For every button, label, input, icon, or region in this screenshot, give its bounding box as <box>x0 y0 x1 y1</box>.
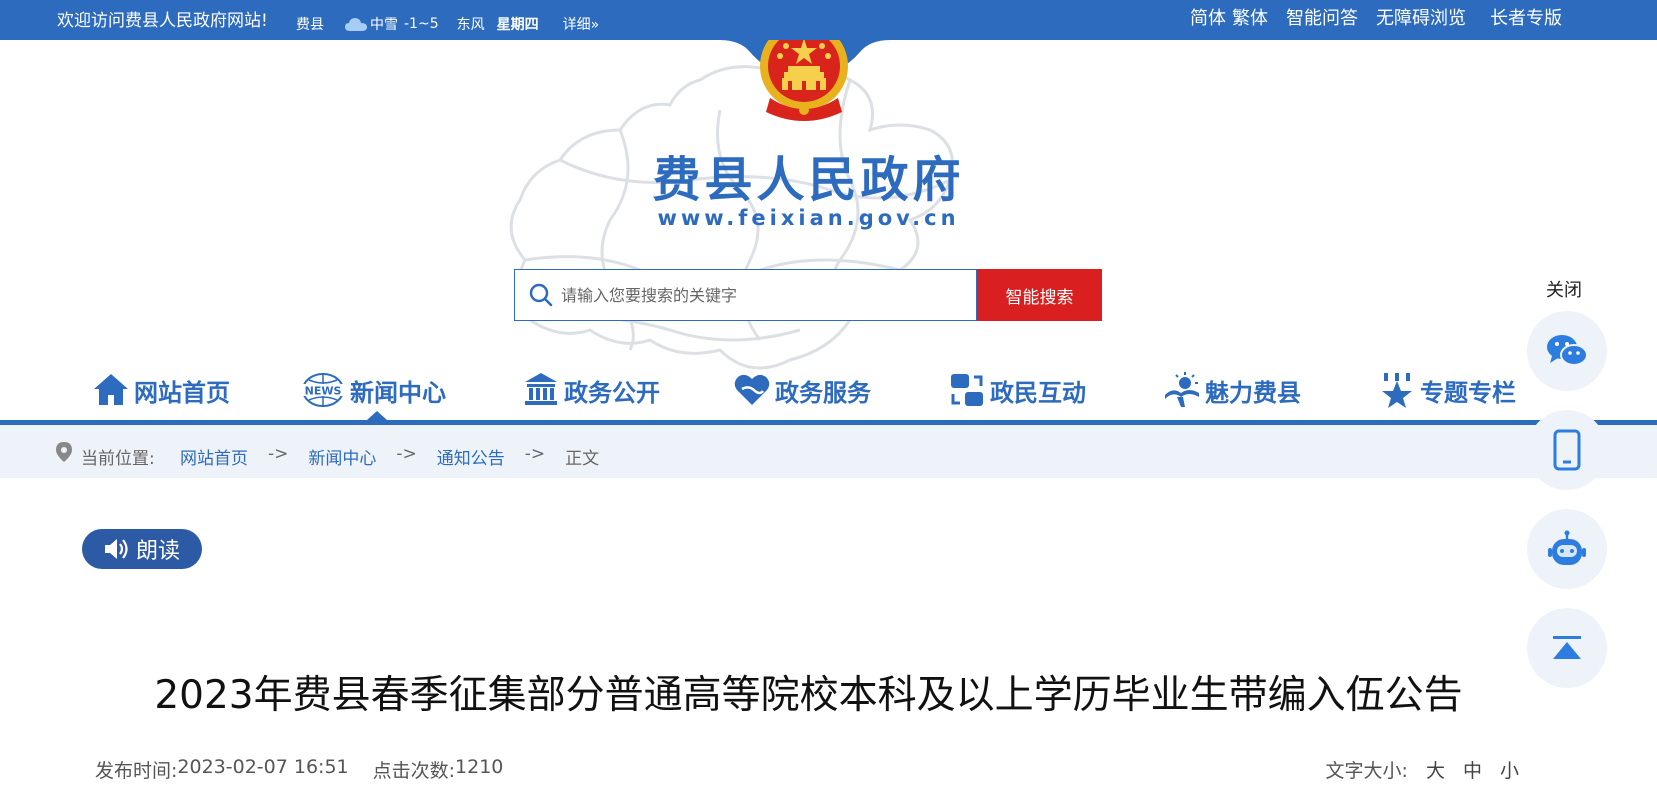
nav-item-gov-service[interactable]: 政务服务 <box>733 365 871 415</box>
mobile-button[interactable] <box>1527 410 1607 490</box>
heart-hands-icon <box>734 374 770 405</box>
star-icon <box>1382 373 1412 408</box>
font-size-label: 文字大小: <box>1325 760 1408 782</box>
welcome-text: 欢迎访问费县人民政府网站! <box>57 11 268 31</box>
font-size-large[interactable]: 大 <box>1426 756 1445 783</box>
click-count-label: 点击次数: <box>372 760 456 782</box>
back-to-top-icon <box>1553 636 1581 659</box>
wechat-icon <box>1547 335 1588 366</box>
accessibility-link[interactable]: 无障碍浏览 <box>1376 4 1466 30</box>
font-size-switcher: 文字大小: 大 中 小 <box>1326 756 1519 783</box>
main-nav: 网站首页 NEWS 新闻中心 政务公开 政务服务 政民互动 魅力费县 专题专栏 <box>0 365 1657 421</box>
font-size-small[interactable]: 小 <box>1500 756 1519 783</box>
location-pin-icon <box>56 442 72 462</box>
breadcrumb-prefix: 当前位置: <box>81 449 155 469</box>
nav-label: 网站首页 <box>134 378 230 407</box>
nav-item-news[interactable]: NEWS 新闻中心 <box>300 365 446 415</box>
weather-widget: 费县 中雪 -1~5 东风 星期四 详细» <box>296 14 605 34</box>
wechat-button[interactable] <box>1527 311 1607 391</box>
breadcrumb-home[interactable]: 网站首页 <box>180 444 248 469</box>
news-icon: NEWS <box>300 373 346 407</box>
mobile-icon <box>1553 429 1581 471</box>
weather-weekday: 星期四 <box>496 17 539 33</box>
scenery-icon <box>1165 372 1199 407</box>
back-to-top-button[interactable] <box>1527 608 1607 688</box>
click-count: 1210 <box>455 756 504 778</box>
breadcrumb-news-center[interactable]: 新闻中心 <box>308 444 376 469</box>
font-size-medium[interactable]: 中 <box>1463 756 1482 783</box>
read-aloud-label: 朗读 <box>135 539 180 564</box>
traditional-chinese-link[interactable]: 繁体 <box>1232 4 1268 30</box>
nav-label: 新闻中心 <box>350 378 446 407</box>
top-bar: 欢迎访问费县人民政府网站! 费县 中雪 -1~5 东风 星期四 详细» 简体 繁… <box>0 0 1657 40</box>
nav-item-charm[interactable]: 魅力费县 <box>1163 365 1301 415</box>
site-url: www.feixian.gov.cn <box>657 206 960 230</box>
breadcrumb-notices[interactable]: 通知公告 <box>437 444 505 469</box>
active-nav-indicator <box>367 411 387 420</box>
search-icon <box>529 283 553 307</box>
site-title: 费县人民政府 <box>652 152 965 208</box>
float-bar-close[interactable]: 关闭 <box>1546 276 1582 302</box>
weather-city: 费县 <box>296 17 324 33</box>
article-meta: 发布时间: 2023-02-07 16:51 点击次数: 1210 <box>95 756 503 783</box>
read-aloud-button[interactable]: 朗读 <box>82 529 202 569</box>
home-icon <box>94 374 128 405</box>
smart-search-button[interactable]: 智能搜索 <box>977 269 1102 321</box>
nav-label: 魅力费县 <box>1205 378 1301 407</box>
article-title: 2023年费县春季征集部分普通高等院校本科及以上学历毕业生带编入伍公告 <box>154 673 1463 718</box>
simplified-chinese-link[interactable]: 简体 <box>1190 4 1226 30</box>
elderly-version-link[interactable]: 长者专版 <box>1490 4 1562 30</box>
top-links: 简体 繁体 智能问答 无障碍浏览 长者专版 <box>1172 4 1562 30</box>
breadcrumb-trail: 网站首页 -> 新闻中心 -> 通知公告 -> 正文 <box>180 444 599 469</box>
interaction-icon <box>951 374 983 406</box>
nav-label: 专题专栏 <box>1420 378 1516 407</box>
nav-item-home[interactable]: 网站首页 <box>92 365 230 415</box>
breadcrumb-current: 正文 <box>565 449 600 469</box>
site-header: 费县人民政府 www.feixian.gov.cn 智能搜索 网站首页 NEWS <box>0 40 1657 421</box>
nav-label: 政民互动 <box>990 378 1086 407</box>
nav-item-topics[interactable]: 专题专栏 <box>1378 365 1516 415</box>
weather-details-link[interactable]: 详细» <box>563 14 600 34</box>
nav-item-interaction[interactable]: 政民互动 <box>948 365 1086 415</box>
national-emblem-logo <box>760 40 848 121</box>
publish-time-label: 发布时间: <box>95 760 178 782</box>
robot-icon <box>1548 530 1586 565</box>
weather-temperature: -1~5 <box>404 16 439 32</box>
weather-condition: 中雪 <box>370 17 398 33</box>
cloud-icon <box>345 18 367 31</box>
nav-label: 政务服务 <box>775 378 871 407</box>
nav-item-gov-affairs[interactable]: 政务公开 <box>522 365 660 415</box>
government-building-icon <box>525 373 557 405</box>
breadcrumb-separator: -> <box>524 444 546 464</box>
weather-wind: 东风 <box>456 17 485 33</box>
smart-qa-link[interactable]: 智能问答 <box>1286 4 1358 30</box>
speaker-icon <box>104 539 128 559</box>
publish-time: 2023-02-07 16:51 <box>177 756 349 778</box>
search-box <box>514 269 977 321</box>
breadcrumb-separator: -> <box>396 444 417 464</box>
breadcrumb: 当前位置: 网站首页 -> 新闻中心 -> 通知公告 -> 正文 <box>0 425 1657 478</box>
search-bar: 智能搜索 <box>514 269 1102 321</box>
search-input[interactable] <box>561 285 941 305</box>
svg-text:NEWS: NEWS <box>305 385 342 398</box>
nav-label: 政务公开 <box>564 378 660 407</box>
breadcrumb-separator: -> <box>268 444 289 464</box>
robot-button[interactable] <box>1527 509 1607 589</box>
